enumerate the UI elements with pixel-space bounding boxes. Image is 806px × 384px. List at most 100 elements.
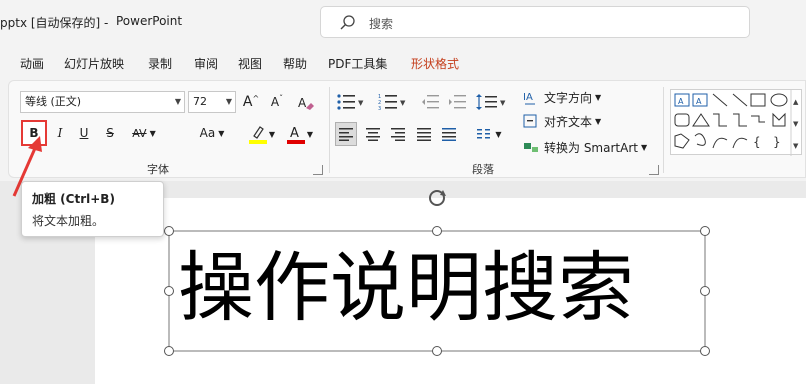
slide-textbox-text[interactable]: 操作说明搜索: [178, 238, 634, 338]
shapes-gallery[interactable]: A A { } ▲ ▼ ▼: [670, 89, 802, 156]
document-title: pptx [自动保存的] -: [0, 16, 109, 30]
group-separator: [663, 87, 664, 173]
resize-handle[interactable]: [164, 286, 174, 296]
bullets-icon[interactable]: ▼: [336, 93, 366, 111]
character-spacing-button[interactable]: AV ▼: [124, 122, 164, 144]
font-size-value: 72: [193, 95, 207, 108]
justify-button[interactable]: [413, 122, 435, 146]
resize-handle[interactable]: [700, 286, 710, 296]
svg-text:A: A: [696, 97, 702, 106]
rotate-handle-icon[interactable]: [429, 190, 446, 206]
search-placeholder: 搜索: [369, 17, 394, 31]
increase-indent-icon[interactable]: [448, 93, 468, 111]
numbering-icon[interactable]: 1 2 3 ▼: [378, 93, 408, 111]
font-name-dropdown[interactable]: 等线 (正文) ▼: [20, 91, 185, 113]
align-left-icon: [339, 128, 353, 141]
tab-animations[interactable]: 动画: [20, 55, 44, 72]
chevron-down-icon: ▼: [306, 129, 314, 139]
ribbon: 等线 (正文) ▼ 72 ▼ A ^ Aˇ A B I U S AV ▼ Aa ▼ ▼…: [8, 80, 806, 178]
align-center-button[interactable]: [362, 122, 384, 146]
align-text-label: 对齐文本: [544, 114, 593, 129]
bold-tooltip: 加粗 (Ctrl+B) 将文本加粗。: [21, 181, 164, 237]
svg-text:{: {: [753, 135, 761, 149]
shapes-gallery-icon: A A { } ▲ ▼ ▼: [674, 90, 799, 156]
font-color-button[interactable]: A ▼: [281, 122, 317, 146]
align-text-icon: [523, 114, 537, 128]
highlighter-icon: [248, 126, 267, 144]
chevron-down-icon: ▼: [225, 97, 232, 106]
svg-text:A: A: [678, 97, 684, 106]
change-case-button[interactable]: Aa ▼: [193, 122, 231, 144]
tab-pdf-tools[interactable]: PDF工具集: [328, 55, 387, 72]
chevron-down-icon: ▼: [595, 116, 602, 126]
grow-font-button[interactable]: A ^: [241, 91, 261, 113]
search-box[interactable]: 搜索: [320, 6, 750, 38]
font-color-icon: A: [286, 126, 305, 144]
chevron-down-icon: ▼: [495, 129, 502, 139]
resize-handle[interactable]: [700, 346, 710, 356]
text-direction-label: 文字方向: [544, 90, 593, 105]
align-right-icon: [391, 128, 405, 141]
font-size-dropdown[interactable]: 72 ▼: [188, 91, 236, 113]
paragraph-dialog-launcher-icon[interactable]: [649, 165, 659, 175]
svg-text:A: A: [290, 126, 299, 141]
decrease-indent-icon[interactable]: [421, 93, 441, 111]
strikethrough-button[interactable]: S: [101, 122, 119, 144]
svg-text:▼: ▼: [400, 99, 406, 107]
up-caret-icon: ^: [252, 93, 260, 103]
svg-text:▼: ▼: [500, 99, 506, 107]
svg-text:A: A: [298, 96, 307, 110]
chevron-down-icon: ▼: [595, 92, 602, 102]
highlight-color-button[interactable]: ▼: [241, 122, 281, 146]
chevron-down-icon: ▼: [640, 142, 648, 152]
resize-handle[interactable]: [432, 226, 442, 236]
font-dialog-launcher-icon[interactable]: [313, 165, 323, 175]
title-bar: pptx [自动保存的] - PowerPoint 搜索: [0, 0, 806, 46]
chevron-down-icon: ▼: [149, 128, 156, 138]
convert-smartart-button[interactable]: 转换为 SmartArt ▼: [522, 136, 657, 158]
shrink-font-label: A: [270, 95, 280, 109]
svg-text:3: 3: [378, 106, 381, 111]
chevron-down-icon: ▼: [218, 128, 225, 138]
underline-button[interactable]: U: [75, 122, 93, 144]
text-direction-button[interactable]: IA 文字方向 ▼: [522, 86, 604, 108]
justify-icon: [417, 128, 431, 141]
svg-text:IA: IA: [523, 92, 533, 103]
tab-review[interactable]: 审阅: [194, 55, 218, 72]
align-text-button[interactable]: 对齐文本 ▼: [522, 110, 604, 132]
svg-text:}: }: [773, 135, 781, 149]
distributed-button[interactable]: [438, 122, 460, 146]
tooltip-title: 加粗 (Ctrl+B): [32, 192, 115, 206]
resize-handle[interactable]: [164, 226, 174, 236]
italic-button[interactable]: I: [51, 122, 69, 144]
tab-help[interactable]: 帮助: [283, 55, 307, 72]
text-direction-icon: IA: [523, 92, 535, 105]
paragraph-group-label: 段落: [472, 163, 494, 176]
columns-button[interactable]: ▼: [471, 122, 507, 146]
align-left-button[interactable]: [335, 122, 357, 146]
tab-slideshow[interactable]: 幻灯片放映: [64, 55, 124, 72]
svg-text:▼: ▼: [793, 142, 799, 150]
svg-text:▼: ▼: [793, 120, 799, 128]
shrink-font-button[interactable]: Aˇ: [267, 91, 287, 113]
down-caret-icon: ˇ: [279, 93, 284, 103]
smartart-icon: [524, 143, 538, 152]
chevron-down-icon: ▼: [174, 97, 181, 106]
columns-icon: [477, 129, 491, 139]
align-right-button[interactable]: [387, 122, 409, 146]
search-icon: [340, 15, 355, 30]
app-name: PowerPoint: [116, 14, 183, 28]
tab-shape-format[interactable]: 形状格式: [411, 55, 459, 72]
tab-record[interactable]: 录制: [148, 55, 172, 72]
font-name-value: 等线 (正文): [25, 95, 82, 108]
tab-view[interactable]: 视图: [238, 55, 262, 72]
resize-handle[interactable]: [700, 226, 710, 236]
clear-formatting-icon[interactable]: A: [296, 93, 316, 113]
svg-text:▲: ▲: [793, 98, 799, 106]
resize-handle[interactable]: [164, 346, 174, 356]
smartart-label: 转换为 SmartArt: [544, 140, 638, 155]
ribbon-tabs: 动画 幻灯片放映 录制 审阅 视图 帮助 PDF工具集 形状格式: [0, 46, 806, 78]
tooltip-description: 将文本加粗。: [32, 214, 105, 228]
line-spacing-icon[interactable]: ▼: [475, 93, 509, 111]
resize-handle[interactable]: [432, 346, 442, 356]
